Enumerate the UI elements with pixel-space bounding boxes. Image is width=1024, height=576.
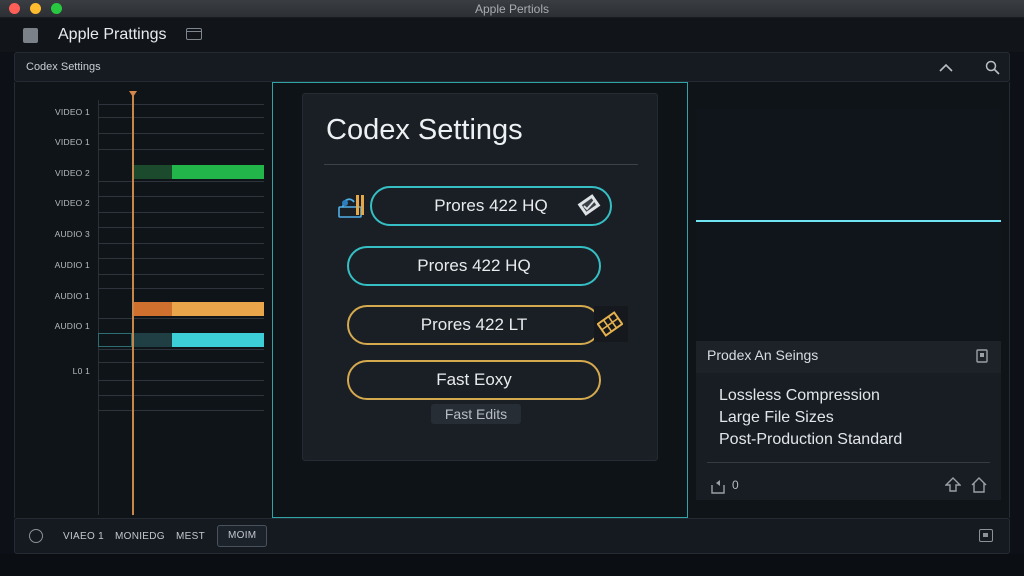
document-icon[interactable]	[976, 349, 988, 363]
bottom-tab-monitoring[interactable]: MONIEDG	[115, 531, 165, 542]
codec-details-panel: Prodex An Seings Lossless Compression La…	[696, 109, 1001, 500]
track-label: AUDIO 1	[54, 260, 90, 270]
track-line	[98, 274, 264, 275]
panel-header: Codex Settings	[14, 52, 1010, 82]
track-label: VIDEO 2	[55, 198, 90, 208]
share-count: 0	[732, 478, 739, 492]
audio-clip-shadow[interactable]	[132, 302, 172, 316]
window-title: Apple Pertiols	[474, 2, 550, 16]
details-header: Prodex An Seings	[696, 341, 1001, 373]
bottom-tab-moim-active[interactable]: MOIM	[217, 525, 268, 547]
timeline-panel: VIDEO 1 VIDEO 1 VIDEO 2 VIDEO 2 AUDIO 3 …	[28, 90, 268, 515]
video-clip-shadow[interactable]	[132, 165, 172, 179]
track-label: L0 1	[72, 366, 90, 376]
panel-title: Codex Settings	[26, 61, 101, 73]
feature-item: Lossless Compression	[719, 387, 880, 404]
feature-item: Large File Sizes	[719, 409, 834, 426]
app-title: Apple Prattings	[58, 26, 167, 43]
track-line	[98, 149, 264, 150]
share-icon[interactable]	[710, 479, 728, 495]
codec-option-prores-422-lt[interactable]: Prores 422 LT	[347, 305, 601, 345]
track-line	[98, 380, 264, 381]
track-label: VIDEO 1	[55, 137, 90, 147]
track-label: AUDIO 3	[54, 229, 90, 239]
window-titlebar: Apple Pertiols	[0, 0, 1024, 18]
details-title: Prodex An Seings	[707, 347, 819, 363]
track-line	[98, 104, 264, 105]
playhead[interactable]	[132, 94, 134, 515]
clipboard-check-icon[interactable]	[576, 192, 602, 218]
upload-icon[interactable]	[945, 477, 961, 493]
title-divider	[324, 164, 638, 165]
search-icon[interactable]	[985, 60, 1000, 75]
export-icon[interactable]	[979, 529, 993, 542]
track-line	[98, 410, 264, 411]
feature-item: Post-Production Standard	[719, 431, 903, 448]
track-line	[98, 133, 264, 134]
track-line	[98, 349, 264, 350]
track-line	[98, 196, 264, 197]
track-line	[98, 227, 264, 228]
record-icon[interactable]	[29, 529, 43, 543]
fast-edits-label: Fast Edits	[431, 404, 521, 424]
track-line	[98, 362, 264, 363]
track-label: AUDIO 1	[54, 291, 90, 301]
playhead-handle[interactable]	[129, 91, 137, 97]
codec-option-fast-eoxy[interactable]: Fast Eoxy	[347, 360, 601, 400]
film-edit-icon[interactable]	[338, 193, 368, 219]
window-footer	[0, 554, 1024, 576]
track-line	[98, 212, 264, 213]
track-line	[98, 181, 264, 182]
track-line	[98, 243, 264, 244]
timeline-track-divider	[98, 100, 99, 515]
track-label: VIDEO 1	[55, 107, 90, 117]
app-logo-icon	[23, 28, 38, 43]
chevron-up-icon[interactable]	[939, 61, 953, 75]
details-body: Lossless Compression Large File Sizes Po…	[696, 373, 1001, 500]
track-label: VIDEO 2	[55, 168, 90, 178]
track-line	[98, 288, 264, 289]
bottom-tab-mest[interactable]: MEST	[176, 531, 205, 542]
codec-option-prores-422-hq[interactable]: Prores 422 HQ	[347, 246, 601, 286]
bottom-toolbar: VIAEO 1 MONIEDG MEST MOIM	[14, 518, 1010, 554]
app-header: Apple Prattings	[0, 18, 1024, 52]
audio-waveform-visual	[696, 109, 1001, 340]
video-clip[interactable]	[172, 165, 264, 179]
track-line	[98, 318, 264, 319]
audio-clip-shadow[interactable]	[132, 333, 172, 347]
home-icon[interactable]	[971, 477, 987, 493]
audio-clip[interactable]	[172, 333, 264, 347]
bottom-tab-video[interactable]: VIAEO 1	[63, 531, 104, 542]
track-label: AUDIO 1	[54, 321, 90, 331]
track-line	[98, 395, 264, 396]
details-divider	[707, 462, 990, 463]
audio-clip[interactable]	[172, 302, 264, 316]
codex-settings-title: Codex Settings	[326, 114, 523, 146]
window-layout-icon[interactable]	[186, 28, 202, 40]
lightning-grid-icon[interactable]	[597, 311, 623, 337]
track-line	[98, 117, 264, 118]
audio-clip-outline[interactable]	[98, 333, 132, 347]
track-line	[98, 258, 264, 259]
